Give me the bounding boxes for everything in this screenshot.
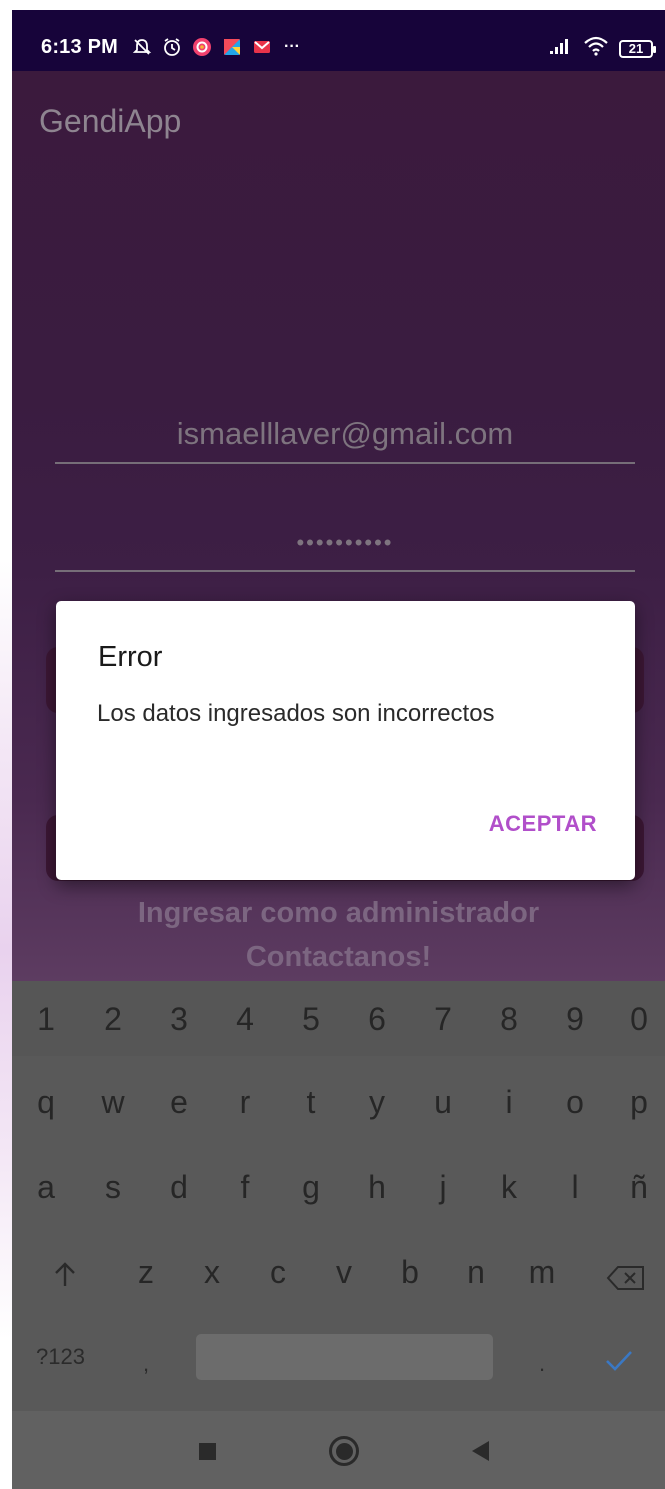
key-n-tilde[interactable]: ñ <box>612 1171 665 1203</box>
signal-icon <box>549 37 573 60</box>
key-u[interactable]: u <box>416 1086 470 1118</box>
silent-icon <box>132 37 152 57</box>
status-bar: 6:13 PM ··· 21 <box>12 10 665 71</box>
backspace-icon[interactable] <box>606 1265 646 1296</box>
password-field[interactable]: •••••••••• <box>55 516 635 572</box>
key-d[interactable]: d <box>152 1171 206 1203</box>
notification-icons: ··· <box>132 36 302 58</box>
navigation-bar <box>12 1411 665 1489</box>
key-z[interactable]: z <box>119 1256 173 1288</box>
key-s[interactable]: s <box>86 1171 140 1203</box>
dialog-title: Error <box>98 641 163 673</box>
key-7[interactable]: 7 <box>416 1003 470 1035</box>
instagram-icon <box>192 37 212 57</box>
keyboard: 1 2 3 4 5 6 7 8 9 0 q w e r t y u i o p … <box>12 981 665 1411</box>
key-f[interactable]: f <box>218 1171 272 1203</box>
key-a[interactable]: a <box>19 1171 73 1203</box>
spacebar[interactable] <box>196 1334 493 1380</box>
key-x[interactable]: x <box>185 1256 239 1288</box>
key-9[interactable]: 9 <box>548 1003 602 1035</box>
key-j[interactable]: j <box>416 1171 470 1203</box>
key-4[interactable]: 4 <box>218 1003 272 1035</box>
key-v[interactable]: v <box>317 1256 371 1288</box>
more-icon: ··· <box>284 38 300 55</box>
system-icons: 21 <box>549 36 656 61</box>
key-g[interactable]: g <box>284 1171 338 1203</box>
key-1[interactable]: 1 <box>19 1003 73 1035</box>
status-time: 6:13 PM <box>41 36 118 58</box>
error-dialog: Error Los datos ingresados son incorrect… <box>56 601 635 880</box>
key-t[interactable]: t <box>284 1086 338 1118</box>
accept-button[interactable]: ACEPTAR <box>489 811 597 837</box>
phone-screen: 6:13 PM ··· 21 GendiApp ismaelllaver@gma… <box>12 10 665 1489</box>
key-w[interactable]: w <box>86 1086 140 1118</box>
key-5[interactable]: 5 <box>284 1003 338 1035</box>
recents-icon[interactable] <box>199 1443 216 1460</box>
email-field[interactable]: ismaelllaver@gmail.com <box>55 406 635 464</box>
admin-login-link[interactable]: Ingresar como administrador <box>12 897 665 930</box>
gmail-icon <box>252 37 272 57</box>
symbols-key[interactable]: ?123 <box>36 1346 96 1368</box>
key-b[interactable]: b <box>383 1256 437 1288</box>
key-i[interactable]: i <box>482 1086 536 1118</box>
key-o[interactable]: o <box>548 1086 602 1118</box>
app-title: GendiApp <box>39 103 182 139</box>
key-6[interactable]: 6 <box>350 1003 404 1035</box>
key-r[interactable]: r <box>218 1086 272 1118</box>
key-q[interactable]: q <box>19 1086 73 1118</box>
shift-icon[interactable] <box>51 1261 79 1294</box>
comma-key[interactable]: , <box>119 1353 173 1375</box>
key-c[interactable]: c <box>251 1256 305 1288</box>
key-m[interactable]: m <box>515 1256 569 1288</box>
key-y[interactable]: y <box>350 1086 404 1118</box>
back-icon[interactable] <box>472 1441 489 1461</box>
check-icon[interactable] <box>604 1348 634 1379</box>
key-8[interactable]: 8 <box>482 1003 536 1035</box>
home-icon[interactable] <box>329 1436 359 1466</box>
key-l[interactable]: l <box>548 1171 602 1203</box>
key-h[interactable]: h <box>350 1171 404 1203</box>
contact-link[interactable]: Contactanos! <box>12 941 665 974</box>
key-p[interactable]: p <box>612 1086 665 1118</box>
key-n[interactable]: n <box>449 1256 503 1288</box>
key-2[interactable]: 2 <box>86 1003 140 1035</box>
period-key[interactable]: . <box>515 1353 569 1375</box>
battery-icon: 21 <box>619 39 656 58</box>
app-icon <box>222 37 242 57</box>
dialog-message: Los datos ingresados son incorrectos <box>97 700 495 727</box>
key-3[interactable]: 3 <box>152 1003 206 1035</box>
key-e[interactable]: e <box>152 1086 206 1118</box>
key-0[interactable]: 0 <box>612 1003 665 1035</box>
key-k[interactable]: k <box>482 1171 536 1203</box>
wifi-icon <box>583 36 609 61</box>
alarm-icon <box>162 37 182 57</box>
